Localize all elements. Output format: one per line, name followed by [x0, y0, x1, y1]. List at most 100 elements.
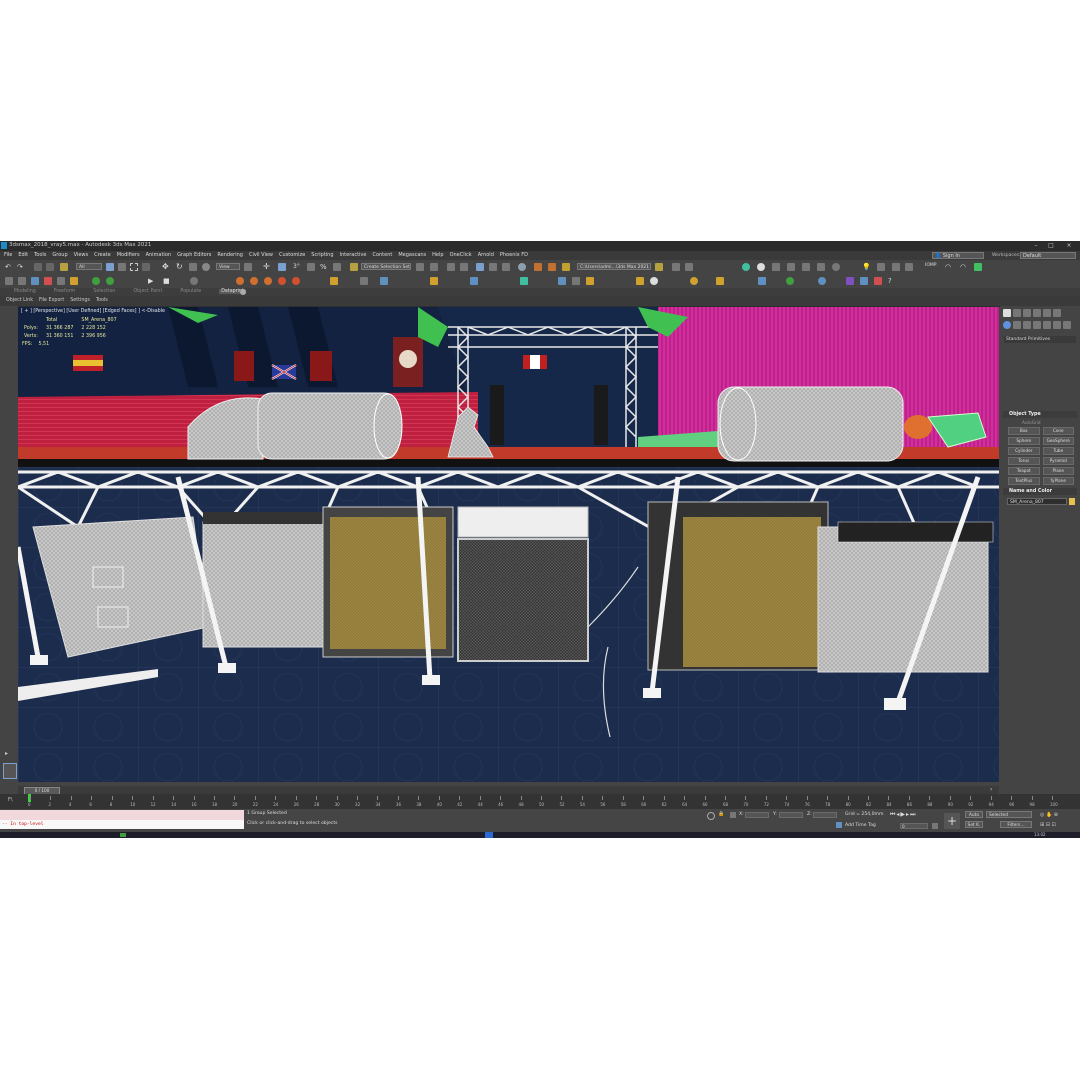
mirror-icon[interactable]: [416, 263, 424, 271]
tool-q-icon[interactable]: [380, 277, 388, 285]
zoom-icon[interactable]: ⊞ ⊟ ⊡: [1040, 822, 1056, 828]
maximize-icon[interactable]: □: [1045, 241, 1057, 251]
select-by-name-icon[interactable]: [118, 263, 126, 271]
menu-create[interactable]: Create: [94, 252, 111, 259]
vray-ies-icon[interactable]: IOMP: [925, 263, 936, 271]
teapot-button[interactable]: Teapot: [1008, 467, 1040, 475]
render-setup-icon[interactable]: [534, 263, 542, 271]
tool-n-icon[interactable]: [292, 277, 300, 285]
primitive-category-select[interactable]: Standard Primitives: [1004, 336, 1076, 343]
reference-coordinate-select[interactable]: View: [216, 263, 240, 270]
cone-button[interactable]: Cone: [1042, 427, 1074, 435]
menu-scripting[interactable]: Scripting: [311, 252, 333, 259]
lock-icon[interactable]: 🔒: [718, 811, 724, 817]
plane-button[interactable]: Plane: [1042, 467, 1074, 475]
ribbon-settings[interactable]: Settings: [70, 298, 90, 303]
sphere-button[interactable]: Sphere: [1008, 437, 1040, 445]
z-coordinate-field[interactable]: [813, 812, 837, 818]
scale-icon[interactable]: [189, 263, 197, 271]
taskbar-active-app-icon[interactable]: [485, 832, 493, 838]
tab-modeling[interactable]: Modeling: [14, 289, 36, 294]
motion-tab-icon[interactable]: [1033, 309, 1041, 317]
utilities-tab-icon[interactable]: [1053, 309, 1061, 317]
lights-icon[interactable]: [1023, 321, 1031, 329]
tool-f-icon[interactable]: [70, 277, 78, 285]
named-selection-set[interactable]: Create Selection Set: [361, 263, 411, 270]
track-bar[interactable]: F\ 0 2 4 6 8 10 12 14 16 18 20 22 24 26 28 30 32 34 36 38 40…: [0, 794, 1080, 809]
tool-ab-icon[interactable]: [758, 277, 766, 285]
time-slider-next-icon[interactable]: ›: [990, 786, 992, 793]
vray-fur-icon[interactable]: [802, 263, 810, 271]
create-tab-icon[interactable]: [1003, 309, 1011, 317]
vray-light-icon[interactable]: [742, 263, 750, 271]
tube-button[interactable]: Tube: [1042, 447, 1074, 455]
percent-snap-icon[interactable]: %: [320, 263, 328, 271]
display-tab-icon[interactable]: [1043, 309, 1051, 317]
go-to-end-icon[interactable]: ⏭: [910, 811, 916, 818]
vray-lightbulb-icon[interactable]: 💡: [862, 263, 871, 271]
tab-object-paint[interactable]: Object Paint: [133, 289, 162, 294]
ribbon-file-export[interactable]: File Export: [39, 298, 64, 303]
menu-content[interactable]: Content: [372, 252, 392, 259]
menu-megascans[interactable]: Megascans: [398, 252, 426, 259]
undo-icon[interactable]: ↶: [5, 263, 13, 271]
menu-group[interactable]: Group: [52, 252, 67, 259]
layout-arrow-icon[interactable]: ▸: [5, 750, 8, 757]
tool-v-icon[interactable]: [572, 277, 580, 285]
tool-t-icon[interactable]: [520, 277, 528, 285]
vray-sun-icon[interactable]: [757, 263, 765, 271]
tab-populate[interactable]: Populate: [180, 289, 201, 294]
menu-edit[interactable]: Edit: [18, 252, 28, 259]
schematic-view-icon[interactable]: [502, 263, 510, 271]
tool-m-icon[interactable]: [278, 277, 286, 285]
pyramid-button[interactable]: Pyramid: [1042, 457, 1074, 465]
edit-named-selection-icon[interactable]: [350, 263, 358, 271]
menu-help[interactable]: Help: [432, 252, 443, 259]
snap-3d-icon[interactable]: 3°: [293, 263, 301, 271]
workspace-select[interactable]: Default: [1020, 252, 1076, 259]
textplus-button[interactable]: TextPlus: [1008, 477, 1040, 485]
tool-aa-icon[interactable]: [716, 277, 724, 285]
tool-j-icon[interactable]: [236, 277, 244, 285]
menu-customize[interactable]: Customize: [279, 252, 305, 259]
tool-w-icon[interactable]: [586, 277, 594, 285]
tool-c-icon[interactable]: [31, 277, 39, 285]
play-icon[interactable]: ▶: [148, 277, 156, 285]
cylinder-button[interactable]: Cylinder: [1008, 447, 1040, 455]
menu-graph-editors[interactable]: Graph Editors: [177, 252, 211, 259]
angle-snap-icon[interactable]: [307, 263, 315, 271]
tool-a-icon[interactable]: [5, 277, 13, 285]
current-frame-field[interactable]: 0: [900, 823, 928, 829]
shapes-icon[interactable]: [1013, 321, 1021, 329]
tool-e-icon[interactable]: [57, 277, 65, 285]
select-object-icon[interactable]: [106, 263, 114, 271]
tool-l-icon[interactable]: [264, 277, 272, 285]
curve-editor-icon[interactable]: [489, 263, 497, 271]
sign-in-button[interactable]: 👤 Sign In: [932, 252, 984, 259]
tool-y-icon[interactable]: [650, 277, 658, 285]
move-icon[interactable]: ✥: [162, 263, 170, 271]
modify-tab-icon[interactable]: [1013, 309, 1021, 317]
menu-phoenix-fd[interactable]: Phoenix FD: [500, 252, 528, 259]
ribbon-tools[interactable]: Tools: [96, 298, 108, 303]
vray-sphere-icon[interactable]: [832, 263, 840, 271]
tool-p-icon[interactable]: [360, 277, 368, 285]
key-mode-icon[interactable]: +: [944, 813, 960, 829]
orbit-icon[interactable]: ◎ ✋ ⊕: [1040, 812, 1058, 818]
vray-plane-icon[interactable]: [817, 263, 825, 271]
window-crossing-icon[interactable]: [142, 263, 150, 271]
tool-g-icon[interactable]: [92, 277, 100, 285]
torus-button[interactable]: Torus: [1008, 457, 1040, 465]
object-type-rollout[interactable]: Object Type: [1003, 411, 1077, 418]
hierarchy-tab-icon[interactable]: [1023, 309, 1031, 317]
help-icon[interactable]: ?: [888, 277, 896, 285]
select-manipulate-icon[interactable]: ✛: [263, 263, 271, 271]
geosphere-button[interactable]: GeoSphere: [1042, 437, 1074, 445]
align-icon[interactable]: [430, 263, 438, 271]
rotate-icon[interactable]: ↻: [176, 263, 184, 271]
menu-rendering[interactable]: Rendering: [217, 252, 243, 259]
render-icon[interactable]: [562, 263, 570, 271]
scene-explorer-icon[interactable]: [447, 263, 455, 271]
object-name-field[interactable]: SM_Arena_807: [1007, 498, 1067, 505]
fyplane-button[interactable]: fyPlane: [1042, 477, 1074, 485]
